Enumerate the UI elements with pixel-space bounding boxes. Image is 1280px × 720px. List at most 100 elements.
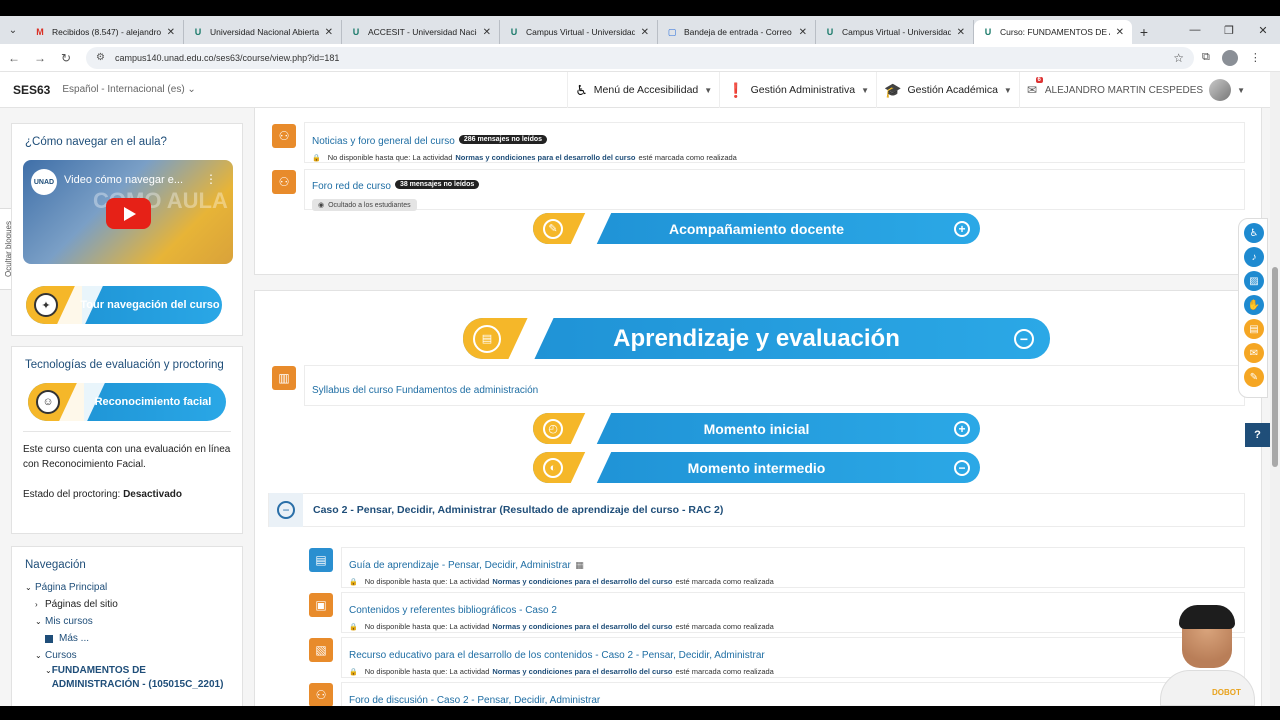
address-bar: ← → ↻ ⚙ campus140.unad.edu.co/ses63/cour… bbox=[0, 44, 1280, 72]
chevron-down-icon: ⌄ bbox=[25, 583, 32, 592]
close-window-icon[interactable]: ✕ bbox=[1246, 16, 1280, 44]
help-button[interactable]: ? bbox=[1245, 423, 1270, 447]
nav-item-current-course[interactable]: ⌄ FUNDAMENTOS DE ADMINISTRACIÓN - (105015… bbox=[25, 664, 229, 692]
case-2-header[interactable]: − Caso 2 - Pensar, Decidir, Administrar … bbox=[268, 493, 1245, 527]
browser-tab[interactable]: U Campus Virtual - Universidad N ✕ bbox=[816, 20, 974, 44]
audio-icon[interactable]: ♪ bbox=[1244, 247, 1264, 267]
proctoring-description: Este curso cuenta con una evaluación en … bbox=[23, 444, 231, 470]
chat-icon: ✎ bbox=[543, 218, 563, 239]
url-input[interactable]: ⚙ campus140.unad.edu.co/ses63/course/vie… bbox=[86, 46, 1194, 69]
forward-icon[interactable]: → bbox=[28, 46, 52, 70]
nav-item-site-pages[interactable]: › Páginas del sitio bbox=[25, 596, 229, 613]
contents-link[interactable]: Contenidos y referentes bibliográficos -… bbox=[349, 605, 557, 616]
facial-recognition-button[interactable]: ☺ Reconocimiento facial bbox=[28, 383, 226, 421]
block-title: Navegación bbox=[25, 559, 86, 571]
site-brand[interactable]: SES63 bbox=[13, 83, 50, 97]
accessibility-menu[interactable]: ♿ Menú de Accesibilidad ▼ bbox=[567, 72, 719, 108]
news-forum-link[interactable]: Noticias y foro general del curso bbox=[312, 136, 455, 147]
restriction-note: 🔒 No disponible hasta que: La actividad No… bbox=[349, 667, 774, 676]
lock-icon: 🔒 bbox=[349, 623, 358, 631]
unad-icon: U bbox=[510, 27, 518, 37]
restriction-note: 🔒 No disponible hasta que: La actividad No… bbox=[349, 622, 774, 631]
dobot-assistant[interactable]: DOBOT bbox=[1155, 605, 1260, 706]
site-info-icon[interactable]: ⚙ bbox=[96, 52, 105, 63]
avatar bbox=[1209, 79, 1232, 101]
more-options-icon[interactable]: ⋮ bbox=[205, 172, 217, 186]
language-selector[interactable]: Español - Internacional (es) ⌄ bbox=[62, 84, 195, 95]
nav-item-home[interactable]: ⌄ Página Principal bbox=[25, 579, 229, 596]
browser-menu-icon[interactable]: ⋮ bbox=[1250, 51, 1261, 64]
bookmark-star-icon[interactable]: ☆ bbox=[1173, 51, 1184, 65]
acompanamiento-section-toggle[interactable]: ✎ Acompañamiento docente + bbox=[533, 213, 980, 244]
close-tab-icon[interactable]: ✕ bbox=[1116, 27, 1124, 38]
chevron-down-icon: ▼ bbox=[1003, 85, 1012, 95]
tab-search-icon[interactable]: ⌄ bbox=[0, 16, 26, 44]
browser-tab-active[interactable]: UCurso: FUNDAMENTOS DE ADM✕ bbox=[974, 20, 1132, 44]
block-title: Tecnologías de evaluación y proctoring bbox=[25, 359, 224, 371]
messages-icon[interactable]: ✉ 6 bbox=[1027, 77, 1043, 97]
close-tab-icon[interactable]: ✕ bbox=[167, 27, 175, 38]
aprendizaje-section-toggle[interactable]: ▤ Aprendizaje y evaluación − bbox=[463, 318, 1050, 359]
block-navigation: Navegación ⌄ Página Principal › Páginas de… bbox=[11, 546, 243, 706]
block-how-to-navigate: ¿Cómo navegar en el aula? COMO AULA UNAD… bbox=[11, 123, 243, 336]
chevron-down-icon: ⌄ bbox=[35, 651, 42, 660]
browser-tab[interactable]: M Recibidos (8.547) - alejandro.m ✕ bbox=[26, 20, 184, 44]
feedback-icon[interactable]: ✎ bbox=[1244, 367, 1264, 387]
new-tab-button[interactable]: + bbox=[1132, 20, 1156, 44]
discussion-link[interactable]: Foro de discusión - Caso 2 - Pensar, Dec… bbox=[349, 695, 600, 706]
close-tab-icon[interactable]: ✕ bbox=[641, 27, 649, 38]
momento-inicial-toggle[interactable]: ◴ Momento inicial + bbox=[533, 413, 980, 444]
reload-icon[interactable]: ↻ bbox=[54, 46, 78, 70]
collapse-toggle[interactable]: − bbox=[269, 493, 303, 527]
contents-icon: ▣ bbox=[309, 593, 333, 617]
course-forum-link[interactable]: Foro red de curso bbox=[312, 181, 391, 192]
restriction-note: 🔒 No disponible hasta que: La actividad No… bbox=[349, 577, 774, 586]
accessibility-icon: ♿ bbox=[575, 81, 588, 98]
nav-item-my-courses[interactable]: ⌄ Mis cursos bbox=[25, 613, 229, 630]
video-player[interactable]: COMO AULA UNAD Video cómo navegar e... ⋮ bbox=[23, 160, 233, 264]
browser-tab[interactable]: U Campus Virtual - Universidad N ✕ bbox=[500, 20, 658, 44]
browser-tab[interactable]: U Universidad Nacional Abierta y ✕ bbox=[184, 20, 342, 44]
alert-icon: ❗ bbox=[727, 81, 745, 98]
minimize-icon[interactable]: — bbox=[1178, 16, 1212, 44]
accessibility-person-icon[interactable]: ♿ bbox=[1244, 223, 1264, 243]
momento-intermedio-toggle[interactable]: ◐ Momento intermedio − bbox=[533, 452, 980, 483]
document-icon[interactable]: ▤ bbox=[1244, 319, 1264, 339]
tour-button[interactable]: ✦ Tour navegación del curso bbox=[26, 286, 222, 324]
close-tab-icon[interactable]: ✕ bbox=[957, 27, 965, 38]
profile-avatar[interactable] bbox=[1221, 49, 1238, 66]
close-tab-icon[interactable]: ✕ bbox=[483, 27, 491, 38]
activity-contents: Contenidos y referentes bibliográficos -… bbox=[341, 592, 1245, 633]
restore-icon[interactable]: ❐ bbox=[1212, 16, 1246, 44]
guide-link[interactable]: Guía de aprendizaje - Pensar, Decidir, A… bbox=[349, 560, 571, 571]
dobot-label: DOBOT bbox=[1212, 688, 1241, 697]
extensions-icon[interactable]: ⧉ bbox=[1202, 51, 1210, 64]
case-title: Caso 2 - Pensar, Decidir, Administrar (R… bbox=[313, 504, 724, 516]
sign-language-icon[interactable]: ✋ bbox=[1244, 295, 1264, 315]
block-proctoring: Tecnologías de evaluación y proctoring ☺… bbox=[11, 346, 243, 534]
restriction-note: 🔒 No disponible hasta que: La actividad No… bbox=[312, 153, 737, 162]
image-icon[interactable]: ▨ bbox=[1244, 271, 1264, 291]
syllabus-link[interactable]: Syllabus del curso Fundamentos de admini… bbox=[312, 385, 538, 396]
academic-menu[interactable]: 🎓 Gestión Académica ▼ bbox=[876, 72, 1019, 108]
close-tab-icon[interactable]: ✕ bbox=[325, 27, 333, 38]
resource-link[interactable]: Recurso educativo para el desarrollo de … bbox=[349, 650, 765, 661]
activity-discussion: Foro de discusión - Caso 2 - Pensar, Dec… bbox=[341, 682, 1245, 706]
browser-tab[interactable]: ▢ Bandeja de entrada - Correo ✕ bbox=[658, 20, 816, 44]
video-title: Video cómo navegar e... bbox=[64, 174, 184, 186]
email-icon[interactable]: ✉ bbox=[1244, 343, 1264, 363]
os-top-bar bbox=[0, 0, 1280, 16]
admin-menu[interactable]: ❗ Gestión Administrativa ▼ bbox=[719, 72, 876, 108]
close-tab-icon[interactable]: ✕ bbox=[799, 27, 807, 38]
browser-tab[interactable]: UACCESIT - Universidad Naciona✕ bbox=[342, 20, 500, 44]
unad-logo: UNAD bbox=[31, 169, 57, 195]
user-menu[interactable]: ✉ 6 ALEJANDRO MARTIN CESPEDES ▼ bbox=[1018, 72, 1252, 108]
lock-icon: 🔒 bbox=[312, 154, 321, 162]
page-scrollbar[interactable] bbox=[1270, 72, 1280, 706]
back-icon[interactable]: ← bbox=[2, 46, 26, 70]
play-button[interactable] bbox=[106, 198, 151, 229]
nav-item-courses[interactable]: ⌄ Cursos bbox=[25, 647, 229, 664]
nav-item-more[interactable]: Más ... bbox=[25, 630, 229, 647]
attachment-icon: ▦ bbox=[575, 560, 584, 570]
scrollbar-thumb[interactable] bbox=[1272, 267, 1278, 467]
